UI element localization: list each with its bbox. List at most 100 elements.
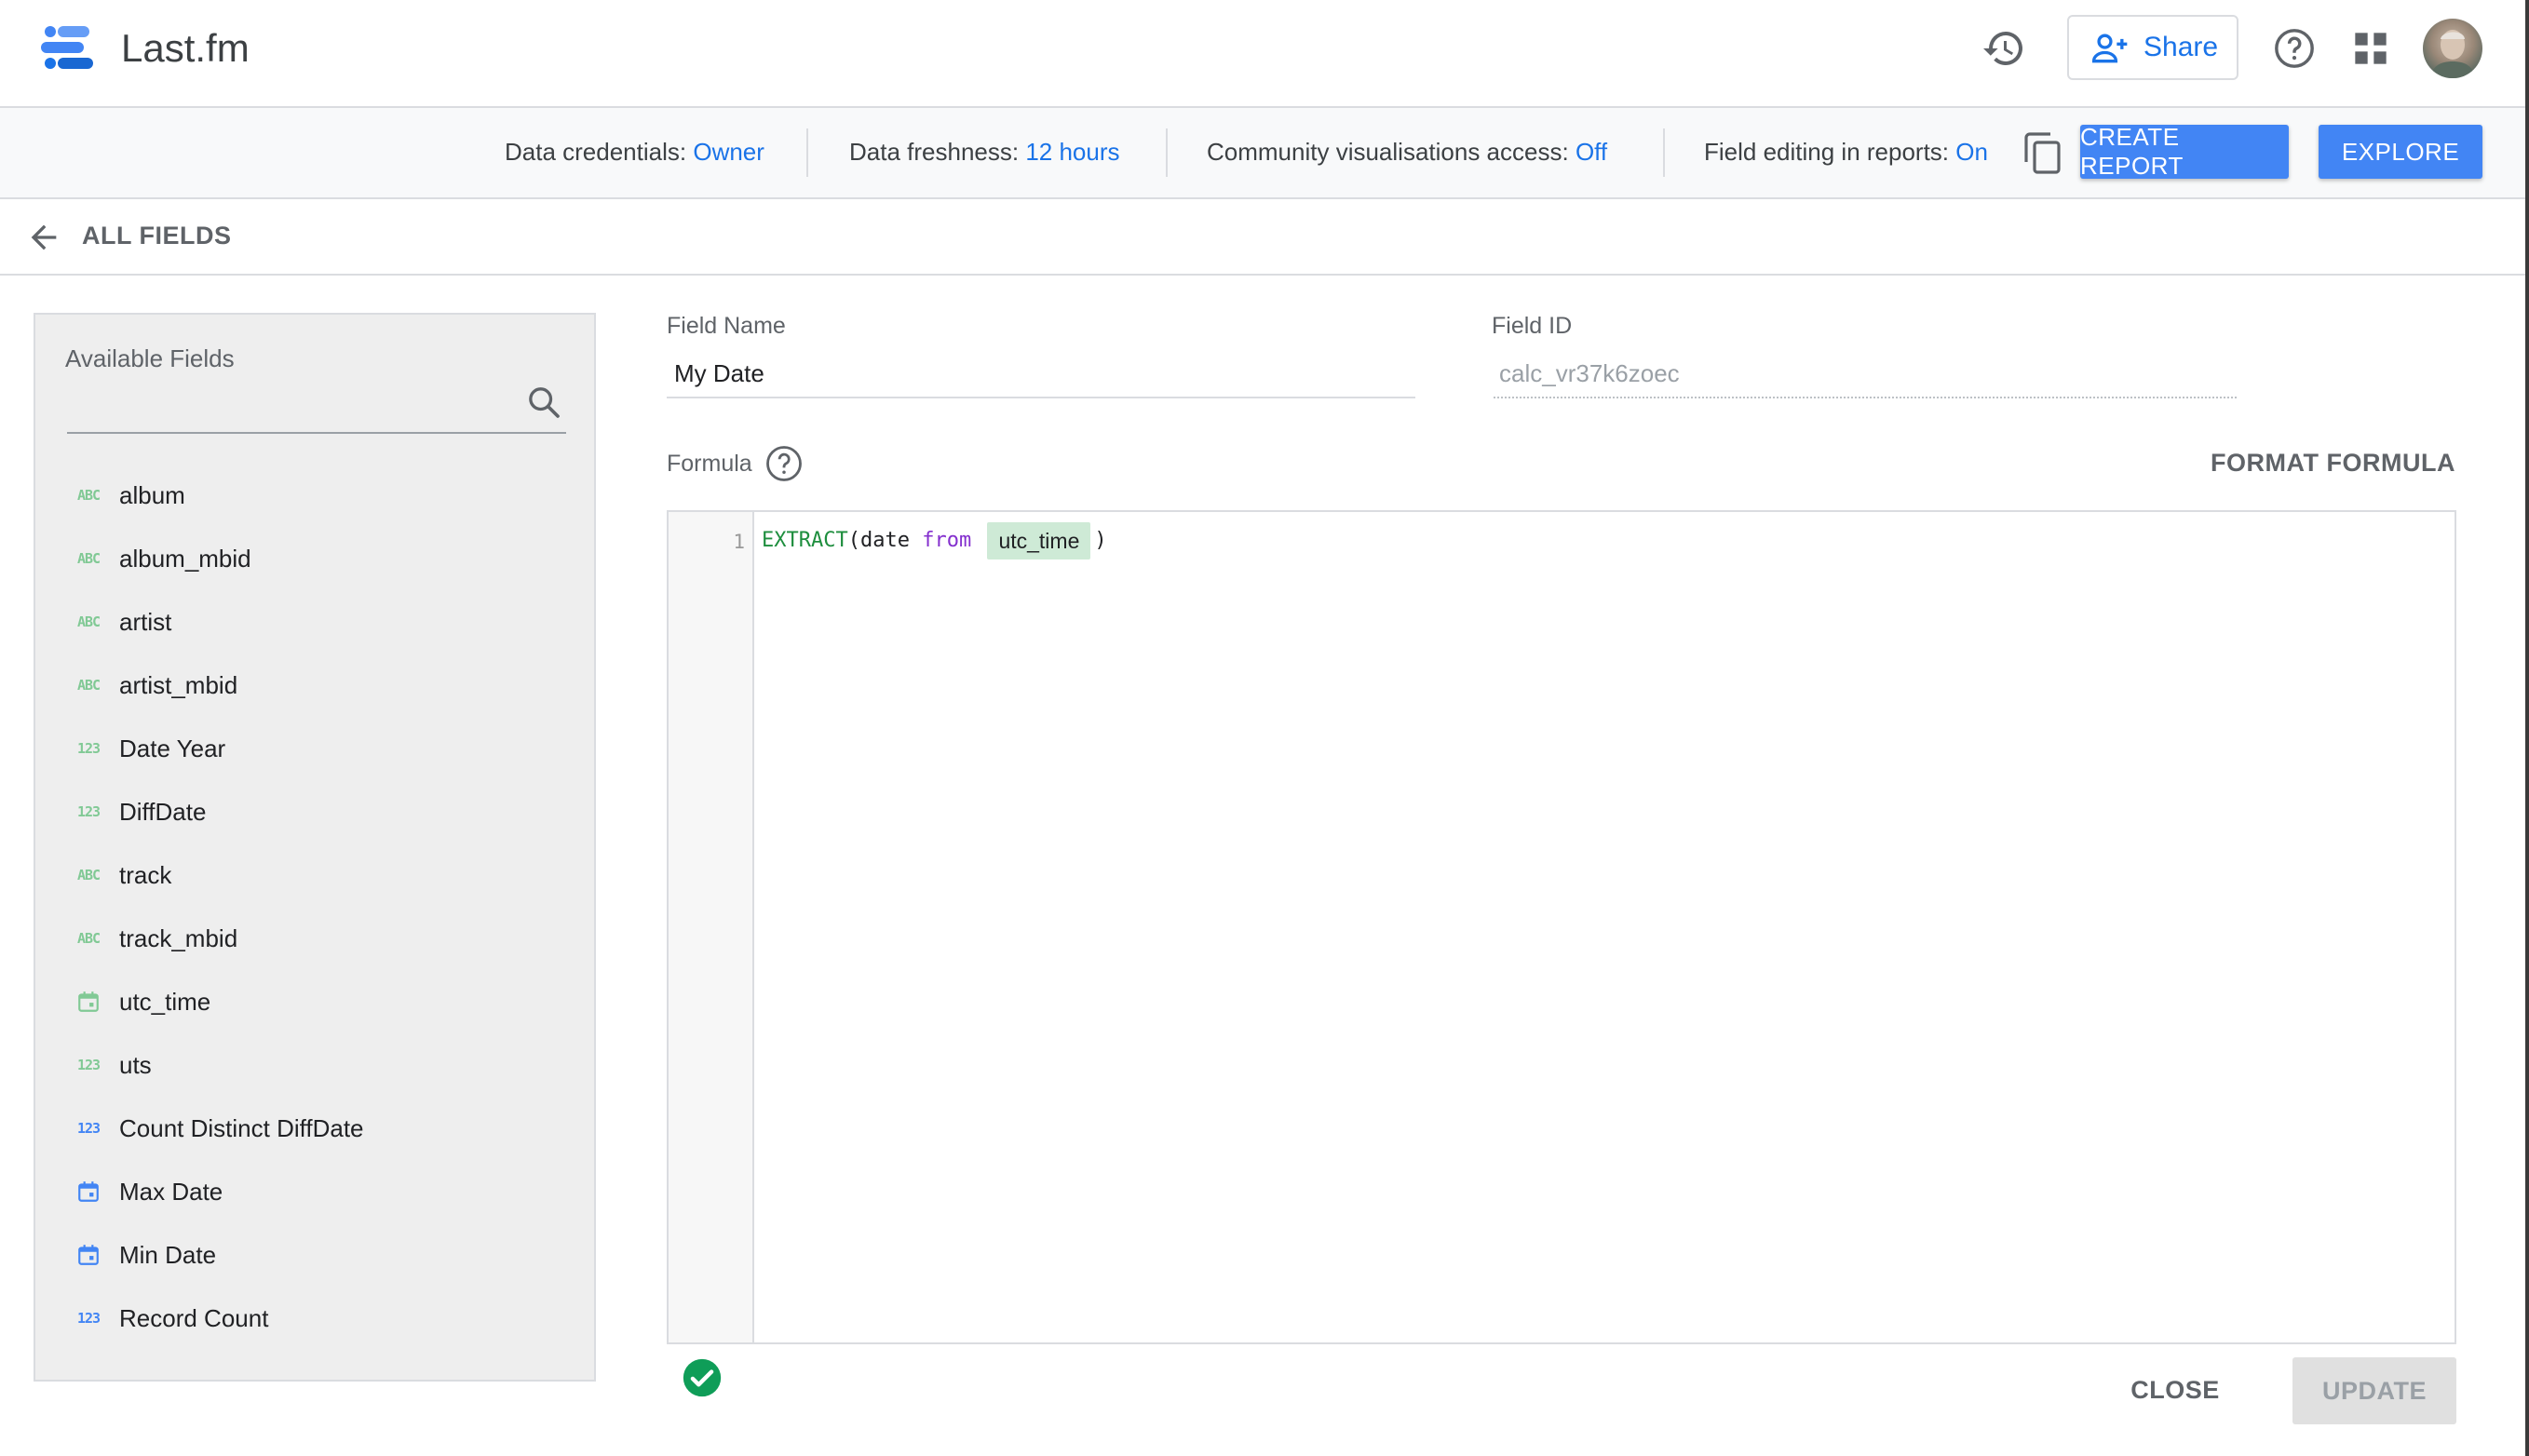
- share-button[interactable]: Share: [2067, 15, 2238, 80]
- field-id-input: calc_vr37k6zoec: [1494, 352, 2237, 398]
- field-name-label: Field Name: [667, 313, 786, 339]
- field-list-item[interactable]: 123 uts: [35, 1033, 594, 1097]
- field-list-item[interactable]: Min Date: [35, 1223, 594, 1287]
- field-list-item-label: Max Date: [119, 1177, 223, 1206]
- field-editing-in-reports[interactable]: Field editing in reports: On: [1704, 136, 1988, 168]
- window-edge: [2525, 0, 2529, 1456]
- check-circle-icon: [683, 1358, 722, 1397]
- user-avatar[interactable]: [2423, 19, 2482, 78]
- formula-code-line[interactable]: EXTRACT (date from utc_time): [762, 521, 1107, 560]
- add-person-icon: [2091, 34, 2128, 63]
- number-type-icon: 123: [76, 1057, 101, 1073]
- formula-field-chip[interactable]: utc_time: [987, 522, 1091, 559]
- field-list-item-label: track: [119, 860, 172, 889]
- user-photo-icon: [2430, 30, 2475, 78]
- field-search-button[interactable]: [521, 380, 566, 425]
- field-list-item[interactable]: ABC album: [35, 464, 594, 527]
- back-button[interactable]: [22, 216, 65, 259]
- report-title: Last.fm: [121, 26, 250, 70]
- back-navigation: ALL FIELDS: [0, 199, 2525, 276]
- all-fields-link[interactable]: ALL FIELDS: [82, 222, 232, 250]
- help-icon: [766, 446, 802, 481]
- data-credentials[interactable]: Data credentials: Owner: [505, 136, 764, 168]
- formula-args-close: ): [1094, 529, 1107, 552]
- copy-icon: [2024, 132, 2061, 174]
- format-formula-button[interactable]: FORMAT FORMULA: [2211, 449, 2455, 478]
- number-type-icon: 123: [76, 740, 101, 757]
- apps-grid-icon: [2355, 33, 2387, 64]
- apps-button[interactable]: [2345, 22, 2397, 74]
- field-list-item[interactable]: Max Date: [35, 1160, 594, 1223]
- data-freshness-label: Data freshness:: [849, 138, 1020, 166]
- field-list-item[interactable]: 123 DiffDate: [35, 780, 594, 843]
- formula-keyword: from: [922, 529, 972, 552]
- community-visualisations-access[interactable]: Community visualisations access: Off: [1207, 136, 1607, 168]
- share-label: Share: [2144, 32, 2219, 62]
- field-editing-value[interactable]: On: [1955, 138, 1988, 166]
- calendar-icon: [74, 1178, 102, 1206]
- formula-valid-indicator: [680, 1355, 724, 1400]
- formula-editor[interactable]: 1 EXTRACT (date from utc_time): [667, 510, 2456, 1344]
- field-editing-label: Field editing in reports:: [1704, 138, 1950, 166]
- field-list-item-label: uts: [119, 1050, 152, 1079]
- field-list-item[interactable]: ABC track: [35, 843, 594, 907]
- available-fields-title: Available Fields: [65, 344, 235, 372]
- separator: [1663, 128, 1665, 177]
- number-type-icon: 123: [76, 1310, 101, 1327]
- version-history-button[interactable]: [1978, 22, 2030, 74]
- field-list-item[interactable]: utc_time: [35, 970, 594, 1033]
- field-list-item-label: Date Year: [119, 734, 226, 762]
- formula-label: Formula: [667, 451, 752, 477]
- field-list-item-label: artist_mbid: [119, 670, 238, 699]
- line-number: 1: [733, 531, 745, 553]
- create-report-button[interactable]: CREATE REPORT: [2080, 123, 2289, 180]
- calendar-icon: [74, 988, 102, 1016]
- formula-function: EXTRACT: [762, 529, 848, 552]
- field-list-item-label: album_mbid: [119, 544, 251, 573]
- separator: [1166, 128, 1168, 177]
- field-search-input[interactable]: [67, 376, 566, 434]
- update-button[interactable]: UPDATE: [2292, 1357, 2456, 1424]
- text-type-icon: ABC: [76, 930, 101, 947]
- field-list-item[interactable]: ABC album_mbid: [35, 527, 594, 590]
- field-name-input[interactable]: My Date: [667, 352, 1415, 398]
- community-access-label: Community visualisations access:: [1207, 138, 1569, 166]
- field-list-item[interactable]: 123 Date Year: [35, 717, 594, 780]
- field-list-item[interactable]: ABC artist_mbid: [35, 654, 594, 717]
- field-list-item-label: track_mbid: [119, 923, 238, 952]
- field-list-item[interactable]: ABC artist: [35, 590, 594, 654]
- search-icon: [529, 387, 560, 418]
- data-credentials-label: Data credentials:: [505, 138, 687, 166]
- field-list-item-label: DiffDate: [119, 797, 207, 826]
- field-list: ABC album ABC album_mbid ABC artist ABC artist_…: [35, 464, 594, 1350]
- data-source-info-bar: Data credentials: Owner Data freshness: …: [0, 108, 2525, 199]
- data-freshness[interactable]: Data freshness: 12 hours: [849, 136, 1120, 168]
- explore-button[interactable]: EXPLORE: [2319, 125, 2482, 179]
- copy-data-source-button[interactable]: [2019, 128, 2067, 177]
- field-list-item-label: artist: [119, 607, 172, 636]
- text-type-icon: ABC: [76, 677, 101, 694]
- text-type-icon: ABC: [76, 613, 101, 630]
- field-list-item[interactable]: ABC track_mbid: [35, 907, 594, 970]
- field-list-item[interactable]: 123 Record Count: [35, 1287, 594, 1350]
- formula-help-button[interactable]: [764, 443, 805, 484]
- community-access-value[interactable]: Off: [1576, 138, 1607, 166]
- formula-args-open: (date: [847, 529, 923, 552]
- data-freshness-value[interactable]: 12 hours: [1025, 138, 1119, 166]
- field-list-item-label: Min Date: [119, 1240, 217, 1269]
- field-list-item-label: Count Distinct DiffDate: [119, 1113, 364, 1142]
- data-credentials-value[interactable]: Owner: [693, 138, 764, 166]
- history-icon: [1983, 32, 2022, 65]
- number-type-icon: 123: [76, 1120, 101, 1137]
- calendar-icon: [74, 1241, 102, 1269]
- looker-studio-logo-icon: [41, 26, 93, 69]
- number-type-icon: 123: [76, 803, 101, 820]
- field-id-label: Field ID: [1492, 313, 1573, 339]
- text-type-icon: ABC: [76, 487, 101, 504]
- field-list-item[interactable]: 123 Count Distinct DiffDate: [35, 1097, 594, 1160]
- field-list-item-label: Record Count: [119, 1303, 269, 1332]
- help-button[interactable]: [2268, 22, 2320, 74]
- field-list-item-label: album: [119, 480, 185, 509]
- close-button[interactable]: CLOSE: [2112, 1355, 2238, 1424]
- text-type-icon: ABC: [76, 550, 101, 567]
